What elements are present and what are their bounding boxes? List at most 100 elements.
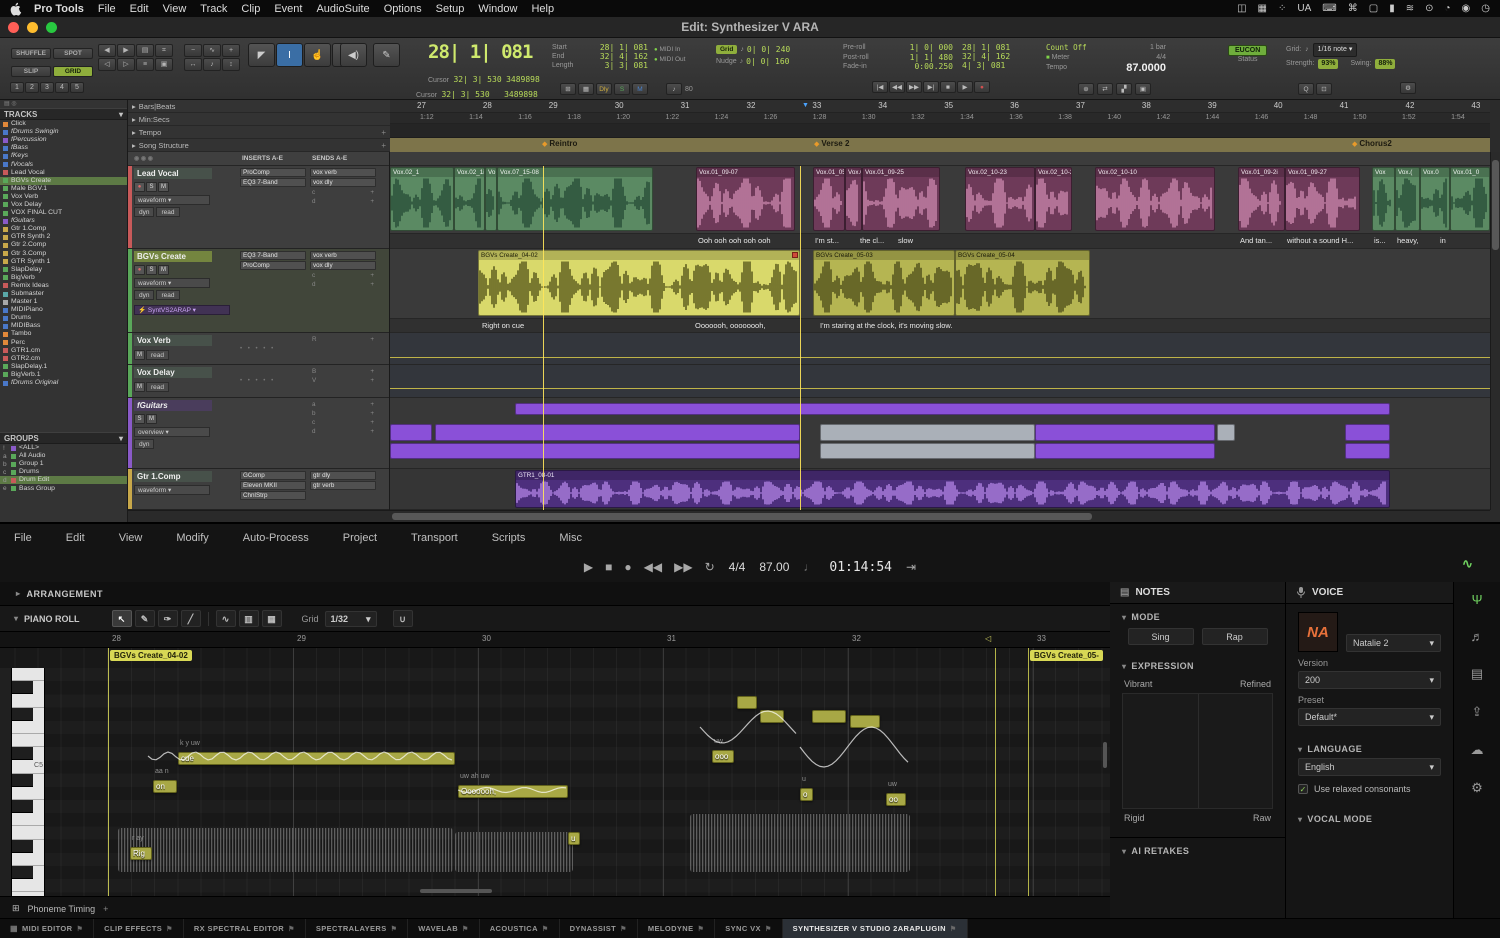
piano-note-ooo[interactable]: ooo bbox=[712, 750, 734, 763]
voice-select[interactable]: Natalie 2▾ bbox=[1346, 634, 1441, 652]
vocal-mode-section[interactable]: ▾VOCAL MODE bbox=[1286, 806, 1453, 828]
pointer-tool-button[interactable]: ↖ bbox=[112, 610, 132, 627]
sidebar-track-remix-ideas[interactable]: Remix Ideas bbox=[0, 282, 127, 290]
track-name[interactable]: Vox Verb bbox=[134, 335, 212, 346]
automation-line[interactable] bbox=[390, 388, 1490, 389]
plugin-gcomp[interactable]: GComp bbox=[240, 471, 306, 480]
zoom-toggle-button[interactable]: Q bbox=[1298, 83, 1314, 95]
toolbar-settings-button[interactable]: ⚙ bbox=[1400, 82, 1416, 94]
marker-reintro[interactable]: ◆Reintro bbox=[542, 139, 577, 148]
metronome-icon[interactable]: ♩ bbox=[803, 560, 815, 574]
rewind-button[interactable]: ◀◀ bbox=[644, 560, 662, 574]
sv-menu-auto-process[interactable]: Auto-Process bbox=[243, 532, 309, 544]
lane-vox-delay[interactable] bbox=[390, 365, 1490, 398]
plugin-gtr-dly[interactable]: gtr dly bbox=[310, 471, 376, 480]
piano-note[interactable] bbox=[850, 715, 880, 728]
plugin-vox-verb[interactable]: vox verb bbox=[310, 251, 376, 260]
clip-vox-02-10-23[interactable]: Vox.02_10-23 bbox=[965, 167, 1035, 231]
layered-editing-button[interactable]: ▣ bbox=[1135, 83, 1151, 95]
length-value[interactable]: 3| 3| 081 bbox=[605, 61, 648, 70]
track-name[interactable]: BGVs Create bbox=[134, 251, 212, 262]
solo-button[interactable]: S bbox=[146, 265, 157, 275]
ruler-structure-label[interactable]: ▸Song Structure+ bbox=[128, 139, 390, 152]
piano-key[interactable] bbox=[12, 681, 33, 694]
expression-section[interactable]: ▾EXPRESSION bbox=[1110, 653, 1285, 675]
clip-bgvs-create-04-02[interactable]: BGVs Create_04-02 bbox=[478, 250, 800, 316]
automation-mode[interactable]: read bbox=[146, 350, 169, 360]
dyn-selector[interactable]: dyn bbox=[134, 207, 154, 217]
tab-midi-editor[interactable]: ▦MIDI EDITOR⚑ bbox=[0, 919, 94, 938]
tab-synthesizer-v-studio-2araplugin[interactable]: SYNTHESIZER V STUDIO 2ARAPLUGIN⚑ bbox=[783, 919, 968, 938]
plugin-procomp[interactable]: ProComp bbox=[240, 261, 306, 270]
plugin-vox-dly[interactable]: vox dly bbox=[310, 261, 376, 270]
midi-clip[interactable] bbox=[515, 403, 1390, 415]
piano-note-ooooooh[interactable]: Ooooooh, bbox=[458, 785, 568, 798]
mirror-midi-button[interactable]: ▞ bbox=[1116, 83, 1132, 95]
dyn-selector[interactable]: dyn bbox=[134, 439, 154, 449]
piano-note-oo[interactable]: oo bbox=[886, 793, 906, 806]
clip-vox-01-09-2i[interactable]: Vox.01_09-2i bbox=[1238, 167, 1285, 231]
sidebar-track-vox-verb[interactable]: Vox Verb bbox=[0, 193, 127, 201]
menu-edit[interactable]: Edit bbox=[130, 3, 149, 15]
slip-mode-button[interactable]: SLIP bbox=[11, 66, 51, 77]
tracks-header[interactable]: TRACKS▾ bbox=[0, 108, 127, 120]
timing-tool-button[interactable]: ▦ bbox=[262, 610, 282, 627]
ara-plugin-chip[interactable]: ⚡ SyntVS2ARAP ▾ bbox=[134, 305, 230, 315]
wifi-icon[interactable]: ≋ bbox=[1406, 3, 1414, 14]
add-parameter-button[interactable]: + bbox=[103, 904, 108, 914]
sidebar-track-slapdelay-1[interactable]: SlapDelay.1 bbox=[0, 363, 127, 371]
record-button[interactable]: ● bbox=[624, 560, 631, 574]
sidebar-track-gtr-2-comp[interactable]: Gtr 2.Comp bbox=[0, 241, 127, 249]
menu-event[interactable]: Event bbox=[274, 3, 302, 15]
clip-vox-02-1[interactable]: Vox.02_1 bbox=[390, 167, 454, 231]
display-icon[interactable]: ▢ bbox=[1369, 3, 1378, 14]
piano-roll-ruler[interactable]: 282930313233◁ bbox=[0, 632, 1110, 648]
sidebar-track-midipiano[interactable]: MIDIPiano bbox=[0, 306, 127, 314]
solo-button[interactable]: S bbox=[146, 182, 157, 192]
input-language-icon[interactable]: UA bbox=[1297, 3, 1311, 14]
levels-tool-button[interactable]: ▥ bbox=[239, 610, 259, 627]
plugin-eq3-7-band[interactable]: EQ3 7-Band bbox=[240, 251, 306, 260]
track-down-button[interactable]: ▶ bbox=[117, 44, 135, 57]
midi-clip[interactable] bbox=[1345, 443, 1390, 459]
midi-clip[interactable] bbox=[1035, 424, 1215, 441]
inserts-header[interactable]: INSERTS A-E bbox=[242, 155, 283, 162]
preset-select[interactable]: Default*▾ bbox=[1298, 708, 1441, 726]
sidebar-track-click[interactable]: Click bbox=[0, 120, 127, 128]
trim-tool-button[interactable]: ◤ bbox=[248, 43, 275, 67]
sidebar-track-fvocals[interactable]: fVocals bbox=[0, 160, 127, 168]
solo-button[interactable]: S bbox=[134, 414, 145, 424]
sidebar-track-master-1[interactable]: Master 1 bbox=[0, 298, 127, 306]
forward-button[interactable]: ▶▶ bbox=[674, 560, 692, 574]
track-up-button[interactable]: ◀ bbox=[98, 44, 116, 57]
clip-bgvs-create-05-04[interactable]: BGVs Create_05-04 bbox=[955, 250, 1090, 316]
edit-vertical-scrollbar[interactable] bbox=[1490, 152, 1500, 510]
sidebar-track-vox-delay[interactable]: Vox Delay bbox=[0, 201, 127, 209]
piano-note-o[interactable]: o bbox=[800, 788, 813, 801]
insert-slots[interactable]: • • • • • bbox=[240, 378, 275, 384]
selector-tool-button[interactable]: I bbox=[276, 43, 303, 67]
snap-magnet-icon[interactable]: ∪ bbox=[393, 610, 413, 627]
note-value-chip[interactable]: ♪ bbox=[666, 83, 682, 95]
plugin-gtr-verb[interactable]: gtr verb bbox=[310, 481, 376, 490]
zoom-preset-2-button[interactable]: 2 bbox=[25, 82, 39, 93]
zoom-horizontal-button[interactable]: ↔ bbox=[184, 58, 202, 71]
empty-slot-d[interactable]: d+ bbox=[310, 427, 376, 436]
arrangement-section[interactable]: ▸ARRANGEMENT bbox=[0, 582, 1110, 606]
lane-vox-verb[interactable] bbox=[390, 333, 1490, 365]
song-structure-ruler[interactable]: ◆Reintro◆Verse 2◆Chorus2 bbox=[390, 138, 1490, 152]
plugin-procomp[interactable]: ProComp bbox=[240, 168, 306, 177]
meter-display[interactable]: 4/4 bbox=[729, 560, 746, 574]
automation-mode[interactable]: read bbox=[156, 290, 179, 300]
swing-value[interactable]: 88% bbox=[1375, 59, 1395, 69]
memory-location-button[interactable]: ▤ bbox=[136, 44, 154, 57]
sidebar-track-fbass[interactable]: fBass bbox=[0, 144, 127, 152]
dyn-selector[interactable]: dyn bbox=[134, 290, 154, 300]
menu-setup[interactable]: Setup bbox=[436, 3, 465, 15]
sidebar-track-bigverb-1[interactable]: BigVerb.1 bbox=[0, 371, 127, 379]
midi-clip[interactable] bbox=[820, 443, 1035, 459]
nav-left-button[interactable]: ◁ bbox=[98, 58, 116, 71]
lane-gtr1-comp[interactable]: GTR1_08-01 bbox=[390, 469, 1490, 510]
track-name[interactable]: Vox Delay bbox=[134, 367, 212, 378]
sidebar-track-fkeys[interactable]: fKeys bbox=[0, 152, 127, 160]
